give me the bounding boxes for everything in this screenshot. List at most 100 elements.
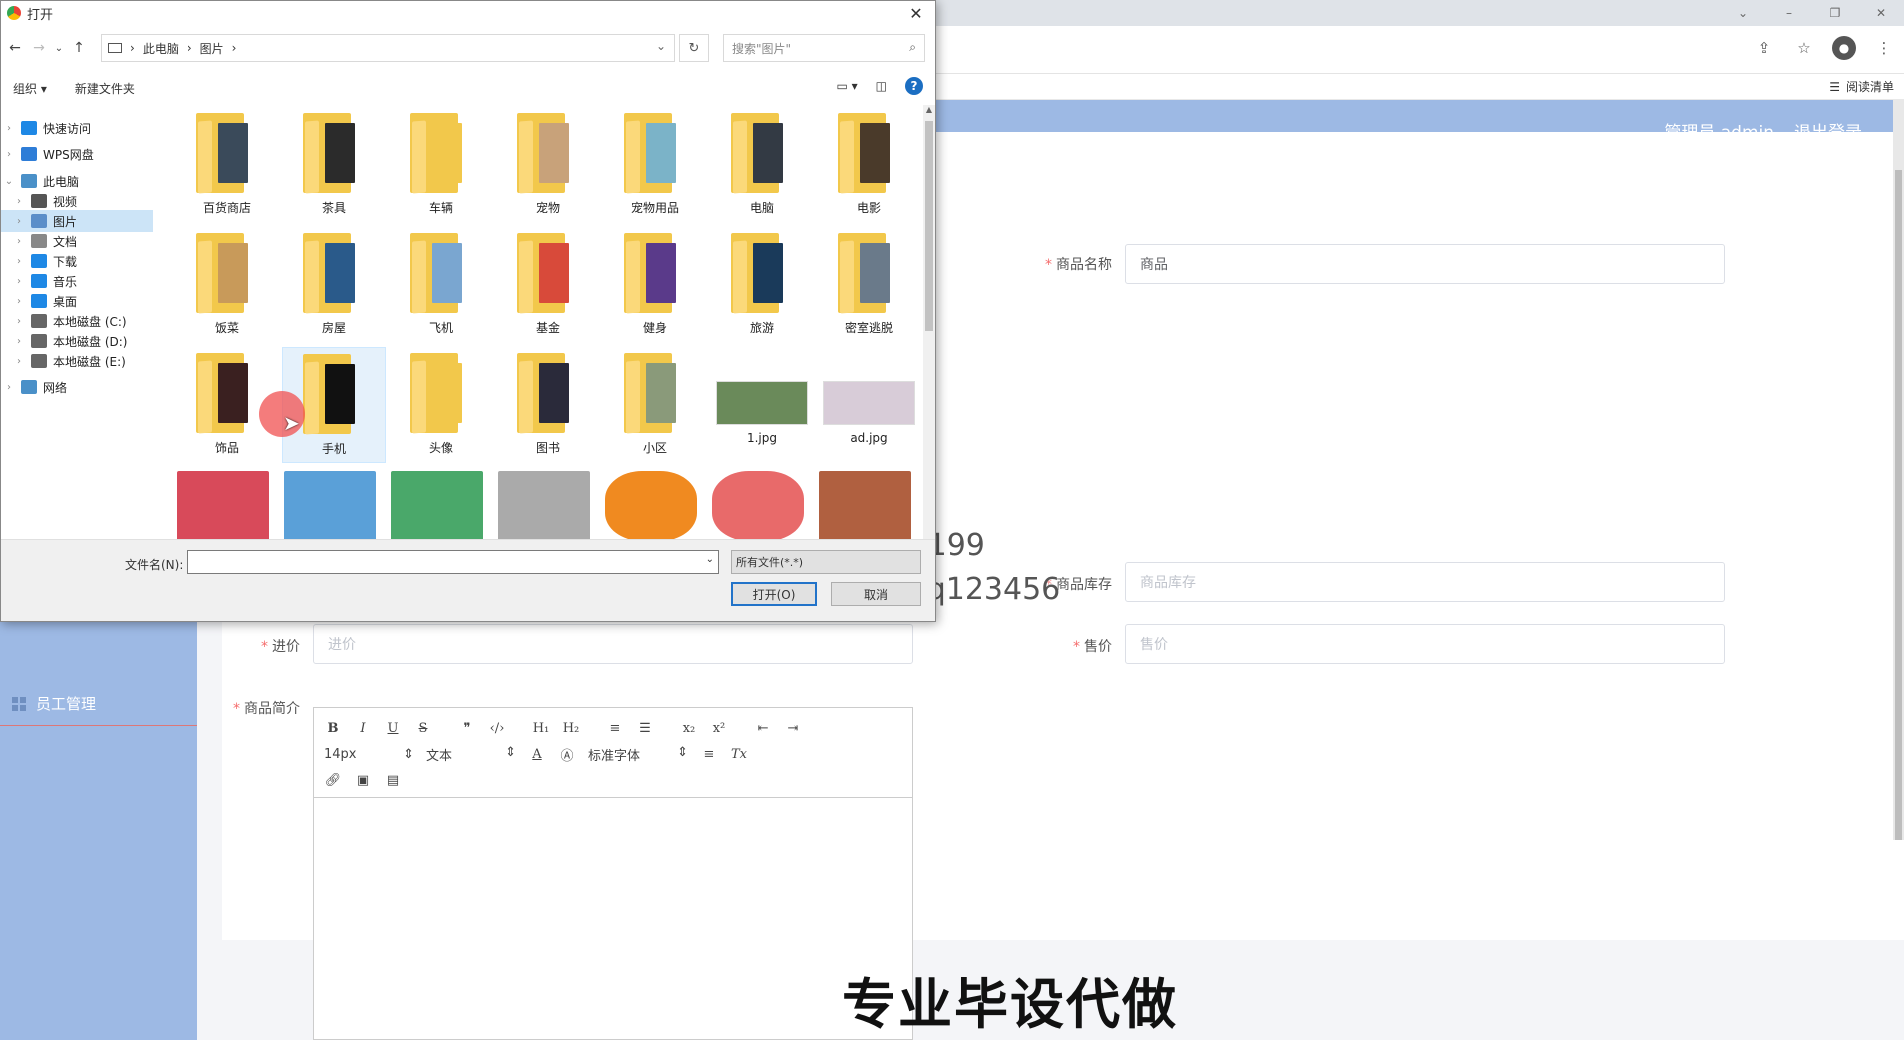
scroll-thumb[interactable] bbox=[925, 121, 933, 331]
address-folder[interactable]: 图片 bbox=[200, 40, 224, 57]
chevron-right-icon[interactable]: › bbox=[3, 149, 15, 160]
file-item[interactable]: 车辆 bbox=[389, 107, 493, 223]
nav-item[interactable]: › 音乐 bbox=[1, 270, 153, 292]
chevron-right-icon[interactable]: › bbox=[13, 336, 25, 347]
chevron-right-icon[interactable]: › bbox=[13, 356, 25, 367]
font-family-select[interactable]: 标准字体 ⇕ bbox=[588, 745, 688, 764]
nav-item[interactable]: › 图片 bbox=[1, 210, 153, 232]
stock-input[interactable]: 商品库存 bbox=[1125, 562, 1725, 602]
profile-icon[interactable]: ● bbox=[1832, 36, 1856, 60]
chevron-right-icon[interactable]: › bbox=[13, 316, 25, 327]
nav-item[interactable]: ⌄ 此电脑 bbox=[1, 170, 153, 192]
file-item[interactable]: 饭菜 bbox=[175, 227, 279, 343]
image-thumbnail[interactable] bbox=[712, 471, 804, 539]
quote-icon[interactable]: ❞ bbox=[458, 721, 476, 736]
nav-item[interactable]: › 快速访问 bbox=[1, 117, 153, 139]
ordered-list-icon[interactable]: ≡ bbox=[606, 721, 624, 736]
chevron-right-icon[interactable]: › bbox=[13, 296, 25, 307]
clear-format-icon[interactable]: Tx bbox=[730, 747, 748, 762]
font-size-select[interactable]: 14px ⇕ bbox=[324, 747, 414, 762]
new-folder-button[interactable]: 新建文件夹 bbox=[75, 80, 135, 97]
sidebar-item-staff[interactable]: 员工管理 bbox=[0, 682, 197, 726]
chevron-down-icon[interactable]: ⌄ bbox=[656, 39, 666, 53]
video-icon[interactable]: ▤ bbox=[384, 773, 402, 788]
file-item[interactable]: 旅游 bbox=[710, 227, 814, 343]
h1-icon[interactable]: H₁ bbox=[532, 721, 550, 736]
recent-dropdown-icon[interactable]: ⌄ bbox=[51, 36, 67, 60]
indent-icon[interactable]: ⇥ bbox=[784, 721, 802, 736]
chevron-down-icon[interactable]: ⌄ bbox=[706, 554, 714, 565]
forward-icon[interactable]: → bbox=[27, 36, 51, 60]
nav-item[interactable]: › 网络 bbox=[1, 376, 153, 398]
chevron-right-icon[interactable]: › bbox=[13, 256, 25, 267]
subscript-icon[interactable]: x₂ bbox=[680, 721, 698, 736]
file-list-scrollbar[interactable]: ▲ bbox=[923, 105, 935, 539]
chevron-right-icon[interactable]: › bbox=[3, 382, 15, 393]
rich-text-editor[interactable]: B I U S ❞ ‹/› H₁ H₂ ≡ ☰ x₂ x² ⇤ ⇥ 14px ⇕ … bbox=[313, 707, 913, 1040]
price-input[interactable]: 售价 bbox=[1125, 624, 1725, 664]
nav-item[interactable]: › 本地磁盘 (D:) bbox=[1, 330, 153, 352]
image-icon[interactable]: ▣ bbox=[354, 773, 372, 788]
organize-button[interactable]: 组织 ▾ bbox=[13, 80, 47, 97]
restore-icon[interactable]: ❐ bbox=[1812, 0, 1858, 26]
refresh-icon[interactable]: ↻ bbox=[679, 34, 709, 62]
chevron-right-icon[interactable]: › bbox=[13, 196, 25, 207]
view-icon[interactable]: ▭ ▾ bbox=[836, 79, 857, 93]
back-icon[interactable]: ← bbox=[3, 36, 27, 60]
chevron-right-icon[interactable]: › bbox=[13, 216, 25, 227]
outdent-icon[interactable]: ⇤ bbox=[754, 721, 772, 736]
address-bar[interactable]: › 此电脑 › 图片 › ⌄ bbox=[101, 34, 675, 62]
file-item[interactable]: 茶具 bbox=[282, 107, 386, 223]
minimize-icon[interactable]: – bbox=[1766, 0, 1812, 26]
text-style-select[interactable]: 文本 ⇕ bbox=[426, 745, 516, 764]
file-item[interactable]: 头像 bbox=[389, 347, 493, 463]
chevron-right-icon[interactable]: › bbox=[13, 236, 25, 247]
font-color-icon[interactable]: A bbox=[528, 747, 546, 762]
address-root[interactable]: 此电脑 bbox=[143, 40, 179, 57]
italic-icon[interactable]: I bbox=[354, 721, 372, 736]
file-item[interactable]: 飞机 bbox=[389, 227, 493, 343]
bullet-list-icon[interactable]: ☰ bbox=[636, 721, 654, 736]
file-item[interactable]: 宠物 bbox=[496, 107, 600, 223]
image-thumbnail[interactable] bbox=[284, 471, 376, 539]
chevron-down-icon[interactable]: ⌄ bbox=[3, 176, 15, 187]
nav-item[interactable]: › 桌面 bbox=[1, 290, 153, 312]
nav-item[interactable]: › 本地磁盘 (E:) bbox=[1, 350, 153, 372]
cancel-button[interactable]: 取消 bbox=[831, 582, 921, 606]
bg-color-icon[interactable]: Ⓐ bbox=[558, 745, 576, 764]
nav-item[interactable]: › 下载 bbox=[1, 250, 153, 272]
scroll-up-icon[interactable]: ▲ bbox=[923, 105, 935, 119]
close-icon[interactable]: ✕ bbox=[1858, 0, 1904, 26]
file-item[interactable]: ad.jpg bbox=[817, 347, 921, 463]
link-icon[interactable]: 🔗︎ bbox=[324, 773, 342, 788]
open-button[interactable]: 打开(O) bbox=[731, 582, 817, 606]
strike-icon[interactable]: S bbox=[414, 721, 432, 736]
filename-input[interactable]: ⌄ bbox=[187, 550, 719, 574]
file-item[interactable]: 密室逃脱 bbox=[817, 227, 921, 343]
share-icon[interactable]: ⇪ bbox=[1752, 36, 1776, 60]
superscript-icon[interactable]: x² bbox=[710, 721, 728, 736]
code-icon[interactable]: ‹/› bbox=[488, 721, 506, 736]
underline-icon[interactable]: U bbox=[384, 721, 402, 736]
image-thumbnail[interactable] bbox=[605, 471, 697, 539]
image-thumbnail[interactable] bbox=[819, 471, 911, 539]
bold-icon[interactable]: B bbox=[324, 721, 342, 736]
star-icon[interactable]: ☆ bbox=[1792, 36, 1816, 60]
reading-list-button[interactable]: ☰ 阅读清单 bbox=[1829, 78, 1894, 95]
chevron-down-icon[interactable]: ⌄ bbox=[1720, 0, 1766, 26]
file-item[interactable]: 图书 bbox=[496, 347, 600, 463]
file-item[interactable]: 健身 bbox=[603, 227, 707, 343]
preview-pane-icon[interactable]: ◫ bbox=[876, 79, 887, 93]
nav-item[interactable]: › 视频 bbox=[1, 190, 153, 212]
file-item[interactable]: 1.jpg bbox=[710, 347, 814, 463]
file-item[interactable]: 电脑 bbox=[710, 107, 814, 223]
filetype-select[interactable]: 所有文件(*.*) bbox=[731, 550, 921, 574]
search-input[interactable]: 搜索"图片" ⌕ bbox=[723, 34, 925, 62]
file-item[interactable]: 宠物用品 bbox=[603, 107, 707, 223]
image-thumbnail[interactable] bbox=[391, 471, 483, 539]
nav-item[interactable]: › 文档 bbox=[1, 230, 153, 252]
cost-input[interactable]: 进价 bbox=[313, 624, 913, 664]
chevron-right-icon[interactable]: › bbox=[13, 276, 25, 287]
file-item[interactable]: 小区 bbox=[603, 347, 707, 463]
page-scrollbar[interactable] bbox=[1893, 100, 1904, 840]
